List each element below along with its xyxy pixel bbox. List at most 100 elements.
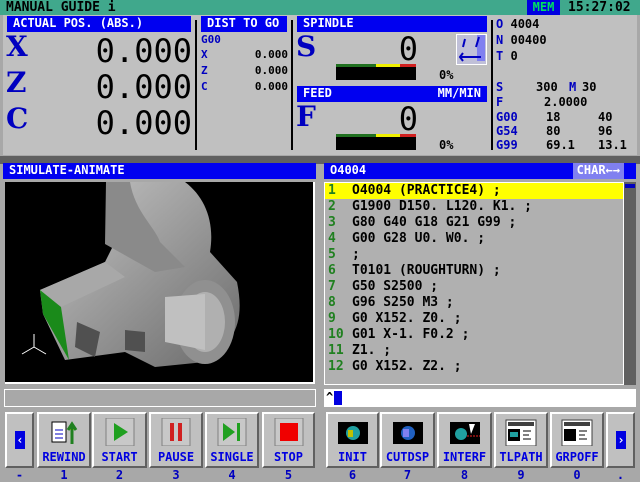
line-text: ; [352,247,360,262]
m-value: 30 [582,80,597,94]
simulation-header: SIMULATE-ANIMATE [3,163,316,179]
simulation-status-bar [4,389,316,407]
dist-axis-label: Z [201,64,208,77]
softkey-cutdsp[interactable]: CUTDSP [380,412,435,468]
init-icon [337,418,369,446]
dist-axis-value: 0.000 [254,80,288,93]
line-number: 10 [328,327,344,342]
softkey-start[interactable]: START [92,412,147,468]
line-number: 5 [328,247,336,262]
cut-display-icon [392,418,424,446]
program-line[interactable]: 7 G50 S2500 ; [325,279,623,295]
softkey-grpoff[interactable]: GRPOFF [550,412,604,468]
single-step-icon [216,417,248,447]
axis-value: 0.000 [95,104,192,142]
modal-value: 80 [546,124,561,138]
tool-path-icon [505,418,537,447]
feed-load-bar [336,134,416,150]
program-line[interactable]: 4 G00 G28 U0. W0. ; [325,231,623,247]
axis-label: Z [6,66,27,99]
line-text: Z1. ; [352,343,392,358]
program-info: O 4004 N 00400 T 0 [496,17,547,63]
spindle-value: 0 [398,30,418,68]
line-text: G0 X152. Z2. ; [352,359,462,374]
f-value: 2.0000 [544,95,588,109]
softkey-label: REWIND [42,450,86,464]
t-number: 0 [510,49,518,63]
modal-value: 96 [598,124,613,138]
softkey-pause[interactable]: PAUSE [149,412,203,468]
actual-pos-header: ACTUAL POS. (ABS.) [7,16,191,32]
feed-value: 0 [398,100,418,138]
modal-row: G99 69.1 13.1 [496,138,636,152]
line-text: G80 G40 G18 G21 G99 ; [352,215,517,230]
part-3d-model [40,182,240,367]
softkey-label: INIT [338,450,367,464]
scrollbar[interactable] [624,182,636,385]
feed-load: 0% [439,138,454,152]
feed-label: FEED [303,86,332,100]
axis-value: 0.000 [95,68,192,106]
modal-value: 69.1 [546,138,575,152]
softkey-label: INTERF [442,450,487,464]
softkey-init[interactable]: INIT [326,412,379,468]
modal-gcode: G54 [496,124,518,138]
input-line[interactable]: ^ [324,389,636,407]
modal-row: G00 18 40 [496,110,636,124]
program-name: O4004 [330,163,367,177]
line-text: G0 X152. Z0. ; [352,311,462,326]
program-line[interactable]: 2 G1900 D150. L120. K1. ; [325,199,623,215]
axis-label: C [6,102,29,135]
line-text: G1900 D150. L120. K1. ; [352,199,533,214]
line-text: O4004 (PRACTICE4) ; [352,183,501,198]
mode-indicator: MEM [527,0,560,15]
line-text: G00 G28 U0. W0. ; [352,231,486,246]
input-cursor [334,391,342,405]
program-line[interactable]: 10 G01 X-1. F0.2 ; [325,327,623,343]
line-number: 12 [328,359,344,374]
dist-axis-value: 0.000 [254,48,288,61]
edit-mode: CHAR←→ [572,163,624,179]
program-header: O4004 CHAR←→ [324,163,636,179]
pause-icon [160,417,192,447]
softkey-label: CUTDSP [385,450,430,464]
modal-value: 18 [546,110,561,124]
program-line[interactable]: 5; [325,247,623,263]
softkey-tlpath[interactable]: TLPATH [494,412,548,468]
program-line[interactable]: 3 G80 G40 G18 G21 G99 ; [325,215,623,231]
program-listing[interactable]: 1 O4004 (PRACTICE4) ; 2 G1900 D150. L120. K… [324,182,624,385]
modal-gcode: G00 [496,110,518,124]
interference-icon [449,418,481,446]
softkey-interf[interactable]: INTERF [437,412,492,468]
softkey-stop[interactable]: STOP [262,412,315,468]
modal-row: G54 80 96 [496,124,636,138]
line-number: 11 [328,343,344,358]
simulation-viewport[interactable] [5,182,315,384]
line-number: 8 [328,295,336,310]
line-number: 4 [328,231,336,246]
softkey-prev-button[interactable]: ‹ [5,412,34,468]
stop-icon [273,417,305,447]
o-number: 4004 [510,17,540,31]
line-number: 1 [328,183,336,198]
program-line[interactable]: 1 O4004 (PRACTICE4) ; [325,183,623,199]
feed-letter: F [296,100,316,133]
program-line[interactable]: 11 Z1. ; [325,343,623,359]
softkey-single[interactable]: SINGLE [205,412,259,468]
modal-value: 40 [598,110,613,124]
softkey-rewind[interactable]: REWIND [37,412,91,468]
softkey-next-button[interactable]: › [606,412,635,468]
program-line[interactable]: 9 G0 X152. Z0. ; [325,311,623,327]
program-line[interactable]: 12 G0 X152. Z2. ; [325,359,623,375]
spindle-load-bar [336,64,416,80]
line-number: 3 [328,215,336,230]
softkey-label: GRPOFF [555,450,599,464]
dist-axis-label: C [201,80,208,93]
program-line[interactable]: 8 G96 S250 M3 ; [325,295,623,311]
program-line[interactable]: 6 T0101 (ROUGHTURN) ; [325,263,623,279]
scrollbar-thumb[interactable] [625,184,635,188]
line-text: G96 S250 M3 ; [352,295,454,310]
line-number: 2 [328,199,336,214]
line-text: T0101 (ROUGHTURN) ; [352,263,501,278]
play-icon [104,417,136,447]
